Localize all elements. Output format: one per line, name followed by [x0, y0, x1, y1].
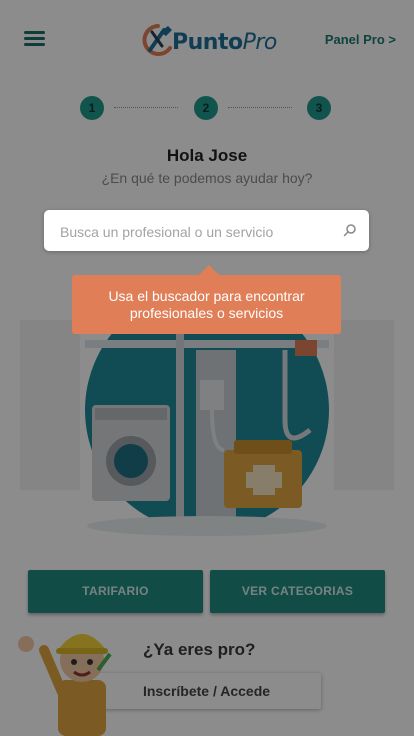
tooltip-line-2: profesionales o servicios — [129, 305, 284, 321]
dim-overlay — [0, 0, 414, 736]
home-screen: PuntoPro Panel Pro > 1 2 3 Hola Jose ¿En… — [0, 0, 414, 736]
search-tooltip: Usa el buscador para encontrar profesion… — [72, 265, 341, 334]
tooltip-line-1: Usa el buscador para encontrar — [108, 288, 305, 304]
search-icon[interactable] — [343, 223, 357, 237]
search-input[interactable] — [58, 210, 332, 253]
tooltip-arrow — [199, 265, 219, 275]
search-bar — [44, 210, 369, 253]
